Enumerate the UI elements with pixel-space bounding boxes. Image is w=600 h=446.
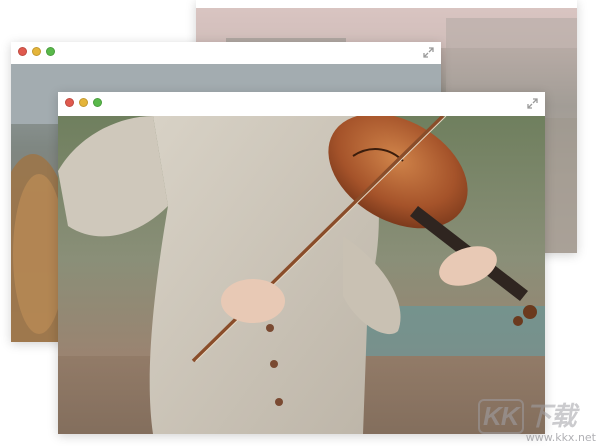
close-button[interactable]: [65, 98, 74, 107]
zoom-button[interactable]: [93, 98, 102, 107]
watermark-logo: KK 下载: [478, 396, 577, 434]
violin-player-photo: [58, 116, 545, 434]
site-watermark: KK 下载 www.kkx.net: [478, 396, 596, 444]
watermark-logo-kk: KK: [478, 399, 524, 434]
minimize-button[interactable]: [32, 47, 41, 56]
zoom-button[interactable]: [46, 47, 55, 56]
close-button[interactable]: [18, 47, 27, 56]
watermark-url: www.kkx.net: [525, 431, 596, 444]
minimize-button[interactable]: [79, 98, 88, 107]
middle-window-titlebar: [11, 42, 441, 64]
front-window: [58, 92, 545, 434]
front-window-titlebar: [58, 92, 545, 116]
expand-icon[interactable]: [526, 97, 539, 110]
watermark-logo-chars: 下载: [525, 401, 577, 431]
expand-icon[interactable]: [422, 46, 435, 59]
